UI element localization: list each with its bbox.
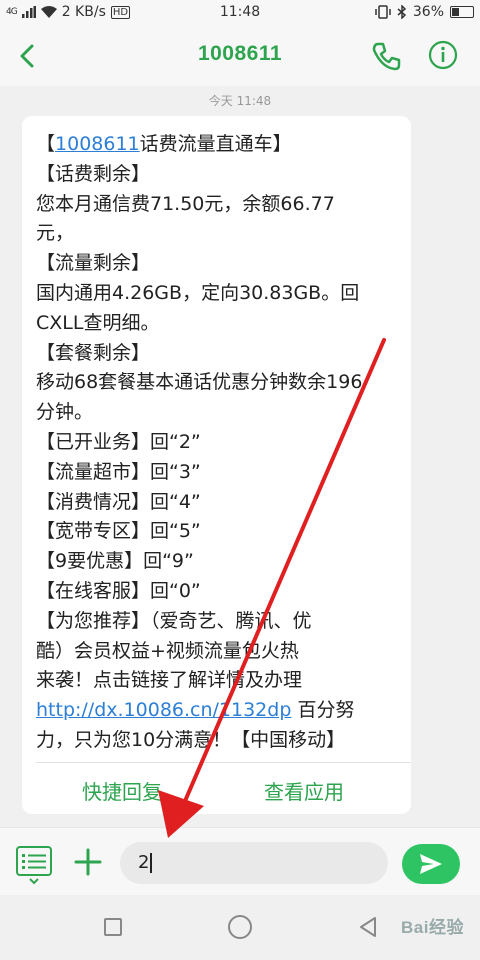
message-line: 您本月通信费71.50元，余额66.77 — [36, 192, 335, 215]
send-icon — [420, 854, 442, 874]
message-line: 来袭！点击链接了解详情及办理 — [36, 669, 303, 692]
input-value: 2 — [138, 852, 150, 873]
message-line: 酷）会员权益+视频流量包火热 — [36, 639, 299, 662]
message-line: 【为您推荐】（爱奇艺、腾讯、优 — [36, 609, 312, 632]
status-bar: 4G 2 KB/s HD 11:48 36% — [0, 0, 480, 26]
message-text: 【1008611话费流量直通车】 【话费剩余】 您本月通信费71.50元，余额6… — [36, 130, 406, 756]
phone-icon — [372, 42, 401, 71]
watermark: Bai经验 — [401, 918, 464, 937]
message-line: 【话费剩余】 — [36, 162, 151, 185]
message-line: 【9要优惠】回“9” — [36, 550, 194, 573]
send-button[interactable] — [402, 844, 460, 884]
view-app-button[interactable]: 查看应用 — [264, 776, 344, 805]
home-button[interactable] — [228, 915, 252, 939]
app-bar: 1008611 — [0, 26, 480, 86]
plus-icon — [74, 848, 102, 876]
message-line-text: 话费流量直通车】 — [139, 133, 292, 155]
link-suffix: 百分努 — [291, 699, 355, 722]
recents-button[interactable] — [104, 918, 122, 936]
vibrate-icon — [375, 5, 391, 19]
message-line: 【套餐剩余】 — [36, 341, 151, 364]
status-right: 36% — [375, 4, 474, 20]
number-link[interactable]: 1008611 — [55, 133, 140, 155]
message-line: 【宽带专区】回“5” — [36, 520, 201, 543]
page-title: 1008611 — [0, 42, 480, 66]
message-line: 【流量超市】回“3” — [36, 460, 201, 483]
quick-reply-button[interactable]: 快捷回复 — [82, 776, 162, 805]
message-timestamp: 今天 11:48 — [208, 94, 272, 108]
info-icon — [428, 40, 458, 70]
call-button[interactable] — [370, 40, 402, 72]
bluetooth-icon — [397, 5, 406, 19]
contact-number: 1008611 — [197, 42, 283, 65]
promo-link[interactable]: http://dx.10086.cn/1132dp — [36, 699, 291, 721]
battery-percent: 36% — [412, 4, 444, 20]
message-line: 分钟。 — [36, 401, 94, 424]
message-line: 力，只为您10分满意！【中国移动】 — [36, 728, 346, 751]
info-button[interactable] — [428, 40, 458, 70]
message-line: CXLL查明细。 — [36, 311, 160, 334]
message-line: 国内通用4.26GB，定向30.83GB。回 — [36, 281, 360, 304]
battery-icon — [450, 6, 474, 18]
menu-button[interactable] — [16, 846, 52, 885]
message-line: 【在线客服】回“0” — [36, 579, 201, 602]
back-triangle-icon[interactable] — [358, 916, 378, 938]
message-line: 【消费情况】回“4” — [36, 490, 201, 513]
message-line: 【流量剩余】 — [36, 252, 151, 275]
message-line: 移动68套餐基本通话优惠分钟数余196 — [36, 371, 363, 394]
message-input[interactable]: 2 — [120, 842, 388, 884]
list-menu-icon — [16, 846, 52, 885]
text-caret — [150, 853, 153, 873]
composer-bar: 2 — [0, 827, 480, 895]
message-bubble[interactable]: 【1008611话费流量直通车】 【话费剩余】 您本月通信费71.50元，余额6… — [22, 116, 411, 814]
message-line: 元， — [36, 222, 75, 245]
message-line: 【已开业务】回“2” — [36, 430, 201, 453]
bubble-divider — [36, 762, 411, 763]
add-button[interactable] — [72, 846, 104, 878]
message-line: 【1008611话费流量直通车】 — [36, 133, 292, 155]
message-line: http://dx.10086.cn/1132dp 百分努 — [36, 696, 406, 726]
